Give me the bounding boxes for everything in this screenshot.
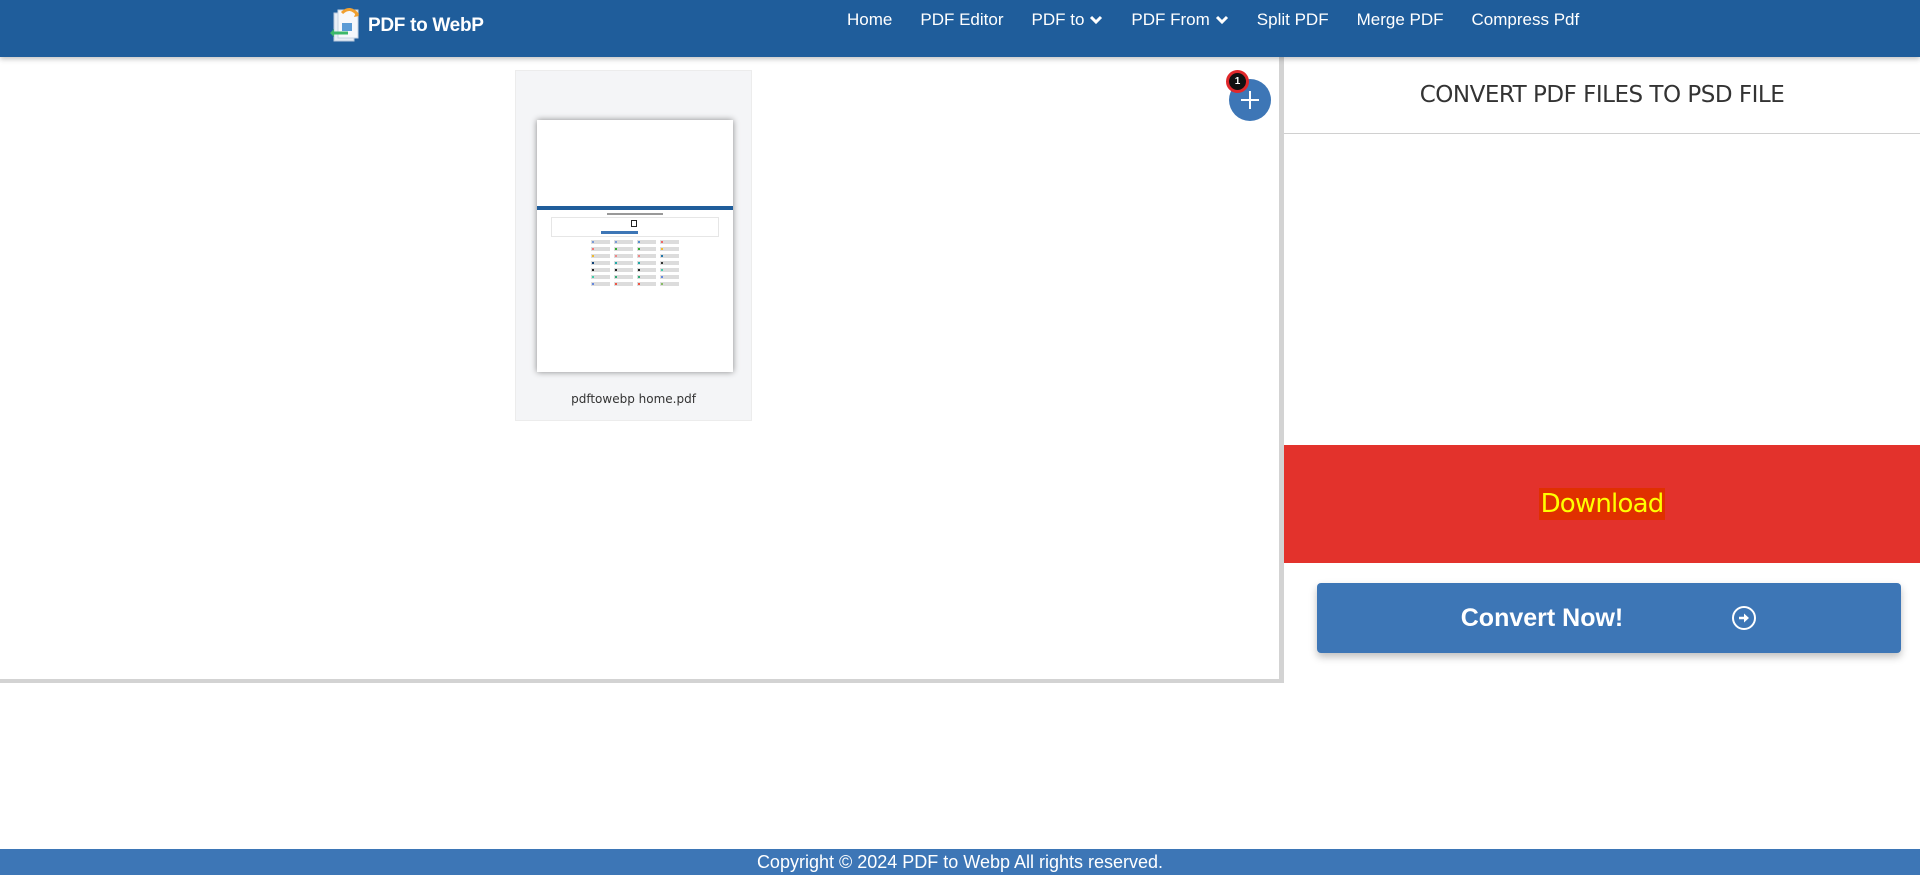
chevron-down-icon (1090, 15, 1103, 25)
thumbnail-cell (614, 254, 633, 258)
thumbnail-cell (660, 247, 679, 251)
nav-compress-pdf[interactable]: Compress Pdf (1472, 10, 1580, 30)
convert-now-label: Convert Now! (1460, 603, 1624, 632)
nav-merge-pdf[interactable]: Merge PDF (1357, 10, 1444, 30)
thumbnail-cell (637, 282, 656, 286)
thumbnail-cell (614, 240, 633, 244)
logo-text: PDF to WebP (368, 15, 484, 36)
nav-pdf-to-label: PDF to (1031, 10, 1085, 29)
nav-pdf-editor-label: PDF Editor (920, 10, 1004, 29)
thumbnail-cell (660, 254, 679, 258)
thumbnail-doc-icon (631, 220, 637, 227)
plus-icon (1241, 91, 1259, 109)
thumbnail-cell (637, 261, 656, 265)
site-header: PDF to WebP Home PDF Editor PDF to PDF F… (0, 0, 1920, 57)
file-list-pane: pdftowebp home.pdf (0, 57, 1284, 683)
thumbnail-cell (591, 254, 610, 258)
thumbnail-cell (591, 268, 610, 272)
thumbnail-cell (591, 275, 610, 279)
thumbnail-cell (614, 247, 633, 251)
arrow-circle-right-icon (1732, 606, 1757, 630)
convert-panel: CONVERT PDF FILES TO PSD FILE Download C… (1284, 57, 1920, 683)
download-button[interactable]: Download (1284, 445, 1920, 563)
thumbnail-cell (614, 268, 633, 272)
main-nav: Home PDF Editor PDF to PDF From Split PD… (847, 8, 1607, 32)
thumbnail-cell (660, 261, 679, 265)
thumbnail-button (601, 231, 638, 234)
thumbnail-cell (614, 282, 633, 286)
thumbnail-cell (660, 240, 679, 244)
copyright-text: Copyright © 2024 PDF to Webp All rights … (756, 851, 1164, 872)
pdf-thumbnail (537, 120, 733, 372)
thumbnail-cell (637, 254, 656, 258)
file-card[interactable]: pdftowebp home.pdf (515, 70, 752, 421)
thumbnail-title (607, 213, 663, 215)
nav-pdf-to[interactable]: PDF to (1032, 10, 1104, 30)
thumbnail-cell (591, 247, 610, 251)
nav-home-label: Home (847, 10, 893, 29)
panel-title: CONVERT PDF FILES TO PSD FILE (1284, 57, 1920, 134)
download-label: Download (1538, 488, 1666, 520)
logo[interactable]: PDF to WebP (328, 5, 484, 47)
file-count-badge: 1 (1226, 70, 1249, 93)
thumbnail-cell (637, 247, 656, 251)
nav-pdf-from-label: PDF From (1131, 10, 1210, 29)
nav-split-pdf[interactable]: Split PDF (1257, 10, 1329, 30)
nav-compress-pdf-label: Compress Pdf (1471, 10, 1580, 29)
chevron-down-icon (1215, 15, 1228, 25)
thumbnail-cell (637, 268, 656, 272)
thumbnail-cell (660, 275, 679, 279)
thumbnail-cell (591, 282, 610, 286)
nav-pdf-from[interactable]: PDF From (1131, 10, 1228, 30)
convert-now-button[interactable]: Convert Now! (1317, 583, 1901, 653)
thumbnail-cell (660, 282, 679, 286)
thumbnail-cell (591, 261, 610, 265)
thumbnail-cell (591, 240, 610, 244)
thumbnail-cell (637, 275, 656, 279)
thumbnail-cell (614, 275, 633, 279)
file-name: pdftowebp home.pdf (571, 392, 696, 406)
nav-home[interactable]: Home (847, 10, 892, 30)
site-footer: Copyright © 2024 PDF to Webp All rights … (0, 849, 1920, 875)
thumbnail-cell (660, 268, 679, 272)
thumbnail-tool-grid (591, 240, 679, 286)
nav-merge-pdf-label: Merge PDF (1356, 10, 1444, 29)
logo-icon (328, 5, 372, 47)
nav-split-pdf-label: Split PDF (1256, 10, 1329, 29)
nav-pdf-editor[interactable]: PDF Editor (920, 10, 1003, 30)
thumbnail-header-bar (537, 206, 733, 210)
thumbnail-cell (637, 240, 656, 244)
thumbnail-cell (614, 261, 633, 265)
